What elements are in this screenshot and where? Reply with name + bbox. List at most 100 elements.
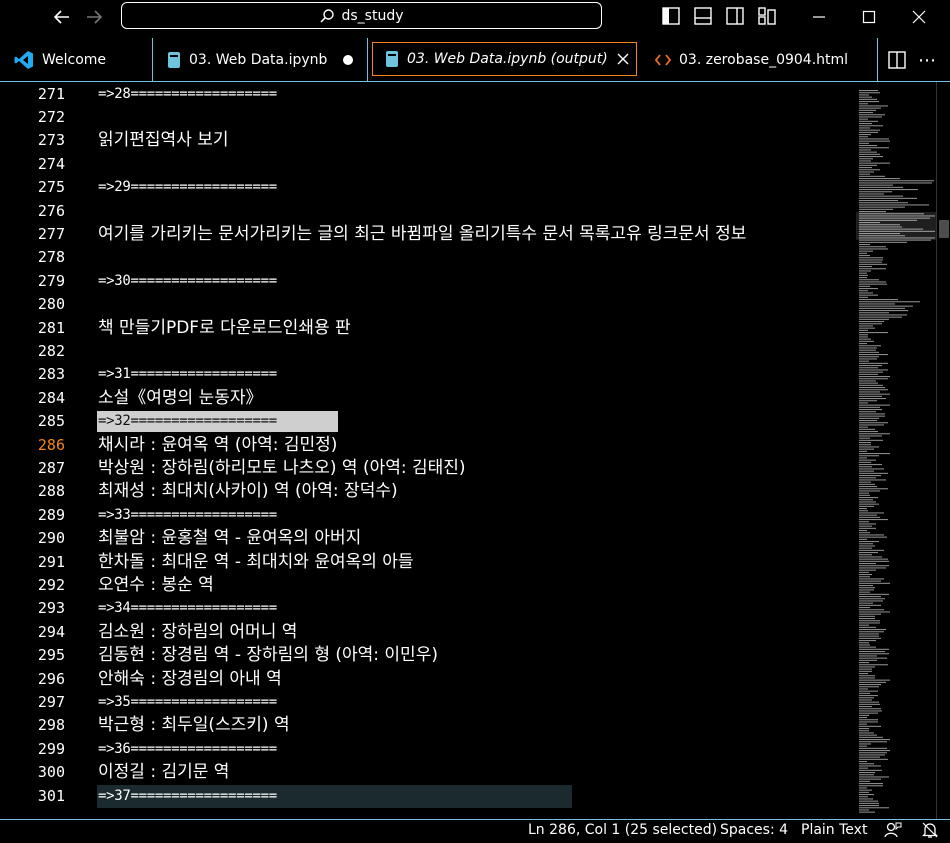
minimap-line	[859, 387, 885, 389]
customize-layout-icon[interactable]	[757, 6, 779, 28]
line-number: 273	[37, 131, 65, 150]
minimize-icon[interactable]	[796, 0, 842, 34]
editor-line[interactable]: 285 =>32==================	[0, 410, 856, 433]
minimap-line	[859, 629, 886, 631]
minimap-viewport[interactable]	[856, 212, 936, 240]
back-arrow-icon[interactable]	[50, 6, 74, 28]
minimap-line	[859, 701, 879, 703]
editor-line[interactable]: 295 김동현 : 장경림 역 - 장하림의 형 (아역: 이민우)	[0, 644, 856, 667]
minimap-line	[859, 195, 903, 197]
minimap-line	[859, 252, 867, 254]
editor-line[interactable]: 279 =>30==================	[0, 270, 856, 293]
unsaved-dot-icon[interactable]	[343, 55, 353, 65]
editor-line[interactable]: 292 오연수 : 봉순 역	[0, 574, 856, 597]
minimap-line	[859, 615, 875, 617]
status-language-mode[interactable]: Plain Text	[801, 822, 867, 838]
feedback-icon[interactable]	[884, 821, 902, 843]
minimap-line	[859, 149, 871, 151]
editor-line[interactable]: 291 한차돌 : 최대운 역 - 최대치와 윤여옥의 아들	[0, 551, 856, 574]
minimap-line	[859, 167, 872, 169]
line-number: 272	[37, 107, 65, 126]
minimap-line	[859, 807, 889, 809]
editor-line[interactable]: 287 박상원 : 장하림(하리모토 나츠오) 역 (아역: 김태진)	[0, 457, 856, 480]
split-editor-icon[interactable]	[885, 48, 909, 72]
editor-line[interactable]: 275 =>29==================	[0, 176, 856, 199]
close-tab-icon[interactable]	[616, 52, 630, 70]
line-text: 최재성 : 최대치(사카이) 역 (아역: 장덕수)	[98, 481, 398, 502]
minimap-line	[859, 285, 870, 287]
editor-line[interactable]: 272	[0, 106, 856, 129]
line-text: 최불암 : 윤홍철 역 - 윤여옥의 아버지	[98, 528, 362, 549]
toggle-primary-sidebar-icon[interactable]	[661, 6, 683, 28]
minimap-line	[859, 290, 868, 292]
minimap-line	[859, 360, 869, 362]
editor-line[interactable]: 298 박근형 : 최두일(스즈키) 역	[0, 714, 856, 737]
editor-line[interactable]: 299 =>36==================	[0, 738, 856, 761]
command-center-search[interactable]: ds_study	[121, 2, 602, 29]
editor-line[interactable]: 274	[0, 153, 856, 176]
minimap-line	[859, 800, 878, 802]
more-actions-icon[interactable]: ⋯	[915, 48, 939, 72]
minimap-line	[859, 461, 871, 463]
minimap-line	[859, 274, 868, 276]
status-cursor-position[interactable]: Ln 286, Col 1 (25 selected)	[528, 822, 717, 838]
minimap-line	[859, 653, 889, 655]
notifications-bell-icon[interactable]	[921, 821, 939, 843]
editor-line[interactable]: 294 김소원 : 장하림의 어머니 역	[0, 621, 856, 644]
minimap-line	[859, 512, 884, 514]
minimap-line	[859, 305, 913, 307]
minimap-line	[859, 747, 887, 749]
maximize-icon[interactable]	[846, 0, 892, 34]
toggle-secondary-sidebar-icon[interactable]	[725, 6, 747, 28]
editor-line[interactable]: 288 최재성 : 최대치(사카이) 역 (아역: 장덕수)	[0, 480, 856, 503]
editor-line[interactable]: 281 책 만들기PDF로 다운로드인쇄용 판	[0, 317, 856, 340]
close-window-icon[interactable]	[896, 0, 942, 34]
minimap-line	[859, 244, 870, 246]
minimap-line	[859, 556, 882, 558]
text-editor[interactable]: 271 =>28================== 272 273 읽기편집역사 보기…	[0, 82, 950, 819]
editor-line[interactable]: 276	[0, 200, 856, 223]
forward-arrow-icon[interactable]	[82, 6, 106, 28]
editor-line[interactable]: 301 =>37==================	[0, 784, 856, 808]
tab-zerobase-html[interactable]: 03. zerobase_0904.html	[641, 38, 878, 81]
editor-line[interactable]: 284 소설《여명의 눈동자》	[0, 387, 856, 410]
status-indentation[interactable]: Spaces: 4	[720, 822, 788, 838]
minimap-line	[859, 670, 872, 672]
line-text: =>29==================	[98, 179, 277, 196]
minimap-line	[859, 611, 890, 613]
minimap[interactable]	[856, 82, 936, 819]
line-number: 287	[37, 458, 65, 477]
minimap-line	[859, 105, 888, 107]
minimap-line	[859, 739, 890, 741]
editor-line[interactable]: 271 =>28==================	[0, 83, 856, 106]
editor-line[interactable]: 282	[0, 340, 856, 363]
minimap-line	[859, 699, 872, 701]
editor-line[interactable]: 297 =>35==================	[0, 691, 856, 714]
toggle-panel-icon[interactable]	[693, 6, 715, 28]
minimap-line	[859, 378, 888, 380]
vertical-scrollbar[interactable]	[936, 82, 950, 819]
editor-line[interactable]: 273 읽기편집역사 보기	[0, 129, 856, 152]
tab-web-data-notebook[interactable]: 03. Web Data.ipynb	[153, 38, 368, 81]
tab-web-data-output[interactable]: 03. Web Data.ipynb (output)	[372, 42, 637, 76]
editor-line[interactable]: 289 =>33==================	[0, 504, 856, 527]
editor-line[interactable]: 286 채시라 : 윤여옥 역 (아역: 김민정)	[0, 434, 856, 457]
minimap-line	[859, 710, 882, 712]
editor-line[interactable]: 277 여기를 가리키는 문서가리키는 글의 최근 바뀜파일 올리기특수 문서 목…	[0, 223, 856, 246]
editor-line[interactable]: 300 이정길 : 김기문 역	[0, 761, 856, 784]
editor-line[interactable]: 290 최불암 : 윤홍철 역 - 윤여옥의 아버지	[0, 527, 856, 550]
editor-line[interactable]: 280	[0, 293, 856, 316]
editor-line[interactable]: 278	[0, 246, 856, 269]
minimap-line	[859, 114, 885, 116]
editor-line[interactable]: 293 =>34==================	[0, 597, 856, 620]
minimap-line	[859, 642, 869, 644]
tab-welcome[interactable]: Welcome	[0, 38, 153, 81]
editor-line[interactable]: 296 안해숙 : 장경림의 아내 역	[0, 668, 856, 691]
minimap-line	[859, 362, 888, 364]
html-code-icon	[655, 53, 671, 67]
line-text: =>37==================	[98, 787, 277, 804]
scrollbar-slider[interactable]	[939, 220, 949, 238]
minimap-line	[859, 250, 873, 252]
editor-line[interactable]: 283 =>31==================	[0, 363, 856, 386]
line-text: 안해숙 : 장경림의 아내 역	[98, 668, 282, 689]
